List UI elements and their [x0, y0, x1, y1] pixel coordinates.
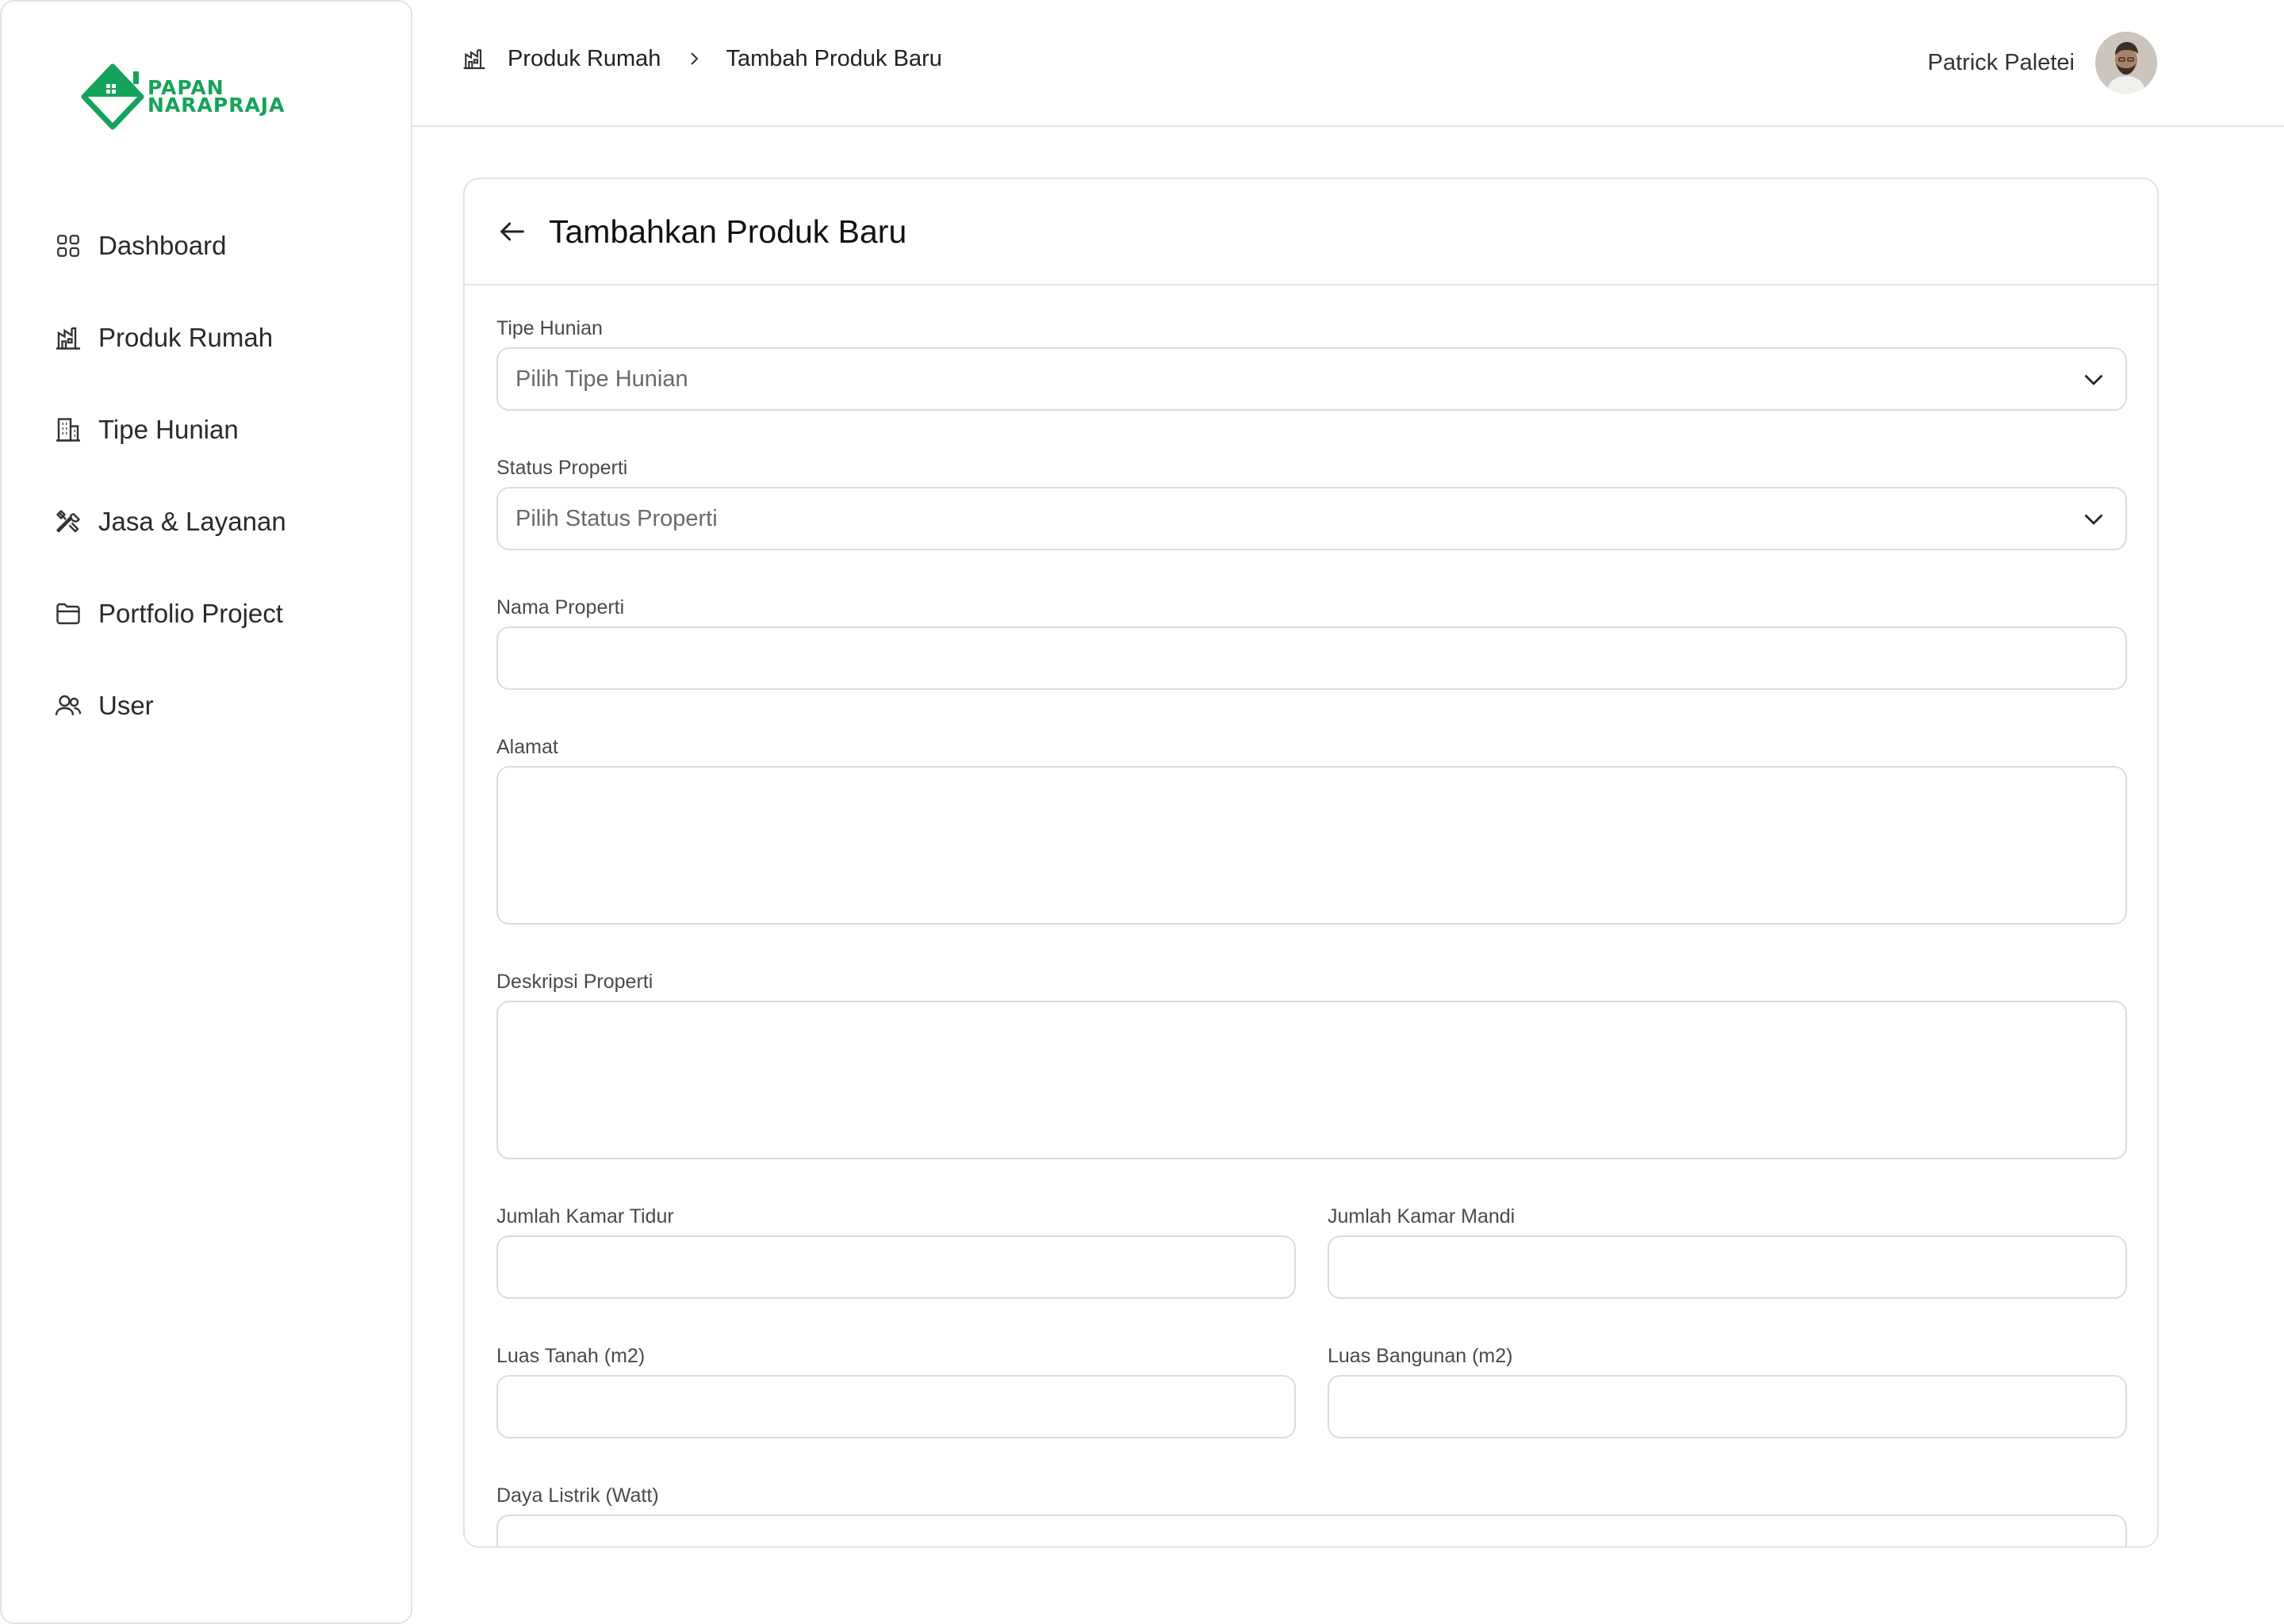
chevron-down-icon [2084, 374, 2103, 385]
nama-properti-label: Nama Properti [496, 596, 625, 619]
sidebar-item-jasa-layanan[interactable]: Jasa & Layanan [52, 476, 385, 568]
avatar[interactable] [2095, 32, 2157, 94]
sidebar-item-label: Jasa & Layanan [98, 507, 286, 536]
chevron-down-icon [2084, 514, 2103, 525]
luas-tanah-input[interactable] [496, 1375, 1296, 1438]
breadcrumb-parent-link[interactable]: Produk Rumah [508, 46, 661, 72]
top-header: Produk Rumah Tambah Produk Baru Patrick … [412, 0, 2284, 127]
sidebar-item-produk-rumah[interactable]: Produk Rumah [52, 292, 385, 384]
status-properti-placeholder: Pilih Status Properti [515, 505, 718, 531]
jumlah-kamar-mandi-label: Jumlah Kamar Mandi [1328, 1205, 1516, 1228]
house-diamond-logo-icon [81, 63, 144, 130]
breadcrumb-current: Tambah Produk Baru [726, 45, 942, 71]
tipe-hunian-placeholder: Pilih Tipe Hunian [515, 366, 688, 392]
sidebar-item-label: User [98, 691, 154, 720]
building-icon [52, 414, 84, 446]
alamat-label: Alamat [496, 736, 558, 758]
house-chart-icon [52, 322, 84, 354]
sidebar-item-label: Dashboard [98, 231, 227, 260]
tipe-hunian-label: Tipe Hunian [496, 317, 603, 339]
alamat-textarea[interactable] [496, 766, 2127, 925]
house-chart-icon [462, 44, 490, 73]
sidebar-item-portfolio-project[interactable]: Portfolio Project [52, 568, 385, 660]
sidebar-item-label: Tipe Hunian [98, 415, 239, 444]
sidebar-item-tipe-hunian[interactable]: Tipe Hunian [52, 384, 385, 476]
sidebar-item-label: Produk Rumah [98, 323, 274, 352]
jumlah-kamar-tidur-input[interactable] [496, 1235, 1296, 1299]
status-properti-select[interactable]: Pilih Status Properti [496, 487, 2127, 550]
grid-icon [52, 230, 84, 262]
daya-listrik-label: Daya Listrik (Watt) [496, 1484, 659, 1507]
arrow-left-icon[interactable] [496, 214, 531, 249]
chevron-right-icon [684, 49, 703, 68]
form-card-header: Tambahkan Produk Baru [465, 179, 2157, 285]
sidebar-nav: Dashboard Produk Rumah Tipe Hunian Jasa … [52, 200, 385, 752]
nama-properti-input[interactable] [496, 626, 2127, 690]
breadcrumb: Produk Rumah Tambah Produk Baru [462, 44, 942, 73]
add-product-form-card: Tambahkan Produk Baru Tipe Hunian Pilih … [463, 178, 2159, 1548]
tipe-hunian-select[interactable]: Pilih Tipe Hunian [496, 347, 2127, 411]
user-portrait-icon [2095, 32, 2157, 94]
luas-tanah-label: Luas Tanah (m2) [496, 1345, 646, 1367]
page-title: Tambahkan Produk Baru [549, 213, 907, 250]
daya-listrik-input[interactable] [496, 1515, 2127, 1546]
folder-icon [52, 598, 84, 630]
user-menu[interactable]: Patrick Paletei [1928, 32, 2157, 94]
tools-icon [52, 506, 84, 538]
deskripsi-properti-textarea[interactable] [496, 1001, 2127, 1159]
status-properti-label: Status Properti [496, 457, 628, 479]
users-icon [52, 690, 84, 722]
sidebar-item-label: Portfolio Project [98, 599, 283, 628]
luas-bangunan-label: Luas Bangunan (m2) [1328, 1345, 1513, 1367]
user-name: Patrick Paletei [1927, 49, 2075, 75]
brand-line-2: NARAPRAJA [148, 94, 286, 117]
deskripsi-properti-label: Deskripsi Properti [496, 971, 653, 993]
jumlah-kamar-mandi-input[interactable] [1328, 1235, 2127, 1299]
luas-bangunan-input[interactable] [1328, 1375, 2127, 1438]
jumlah-kamar-tidur-label: Jumlah Kamar Tidur [496, 1205, 674, 1228]
sidebar-item-user[interactable]: User [52, 660, 385, 752]
sidebar-item-dashboard[interactable]: Dashboard [52, 200, 385, 292]
brand-logo[interactable]: PAPAN NARAPRAJA [81, 63, 335, 132]
sidebar: PAPAN NARAPRAJA Dashboard Produk Rumah T… [0, 0, 412, 1624]
